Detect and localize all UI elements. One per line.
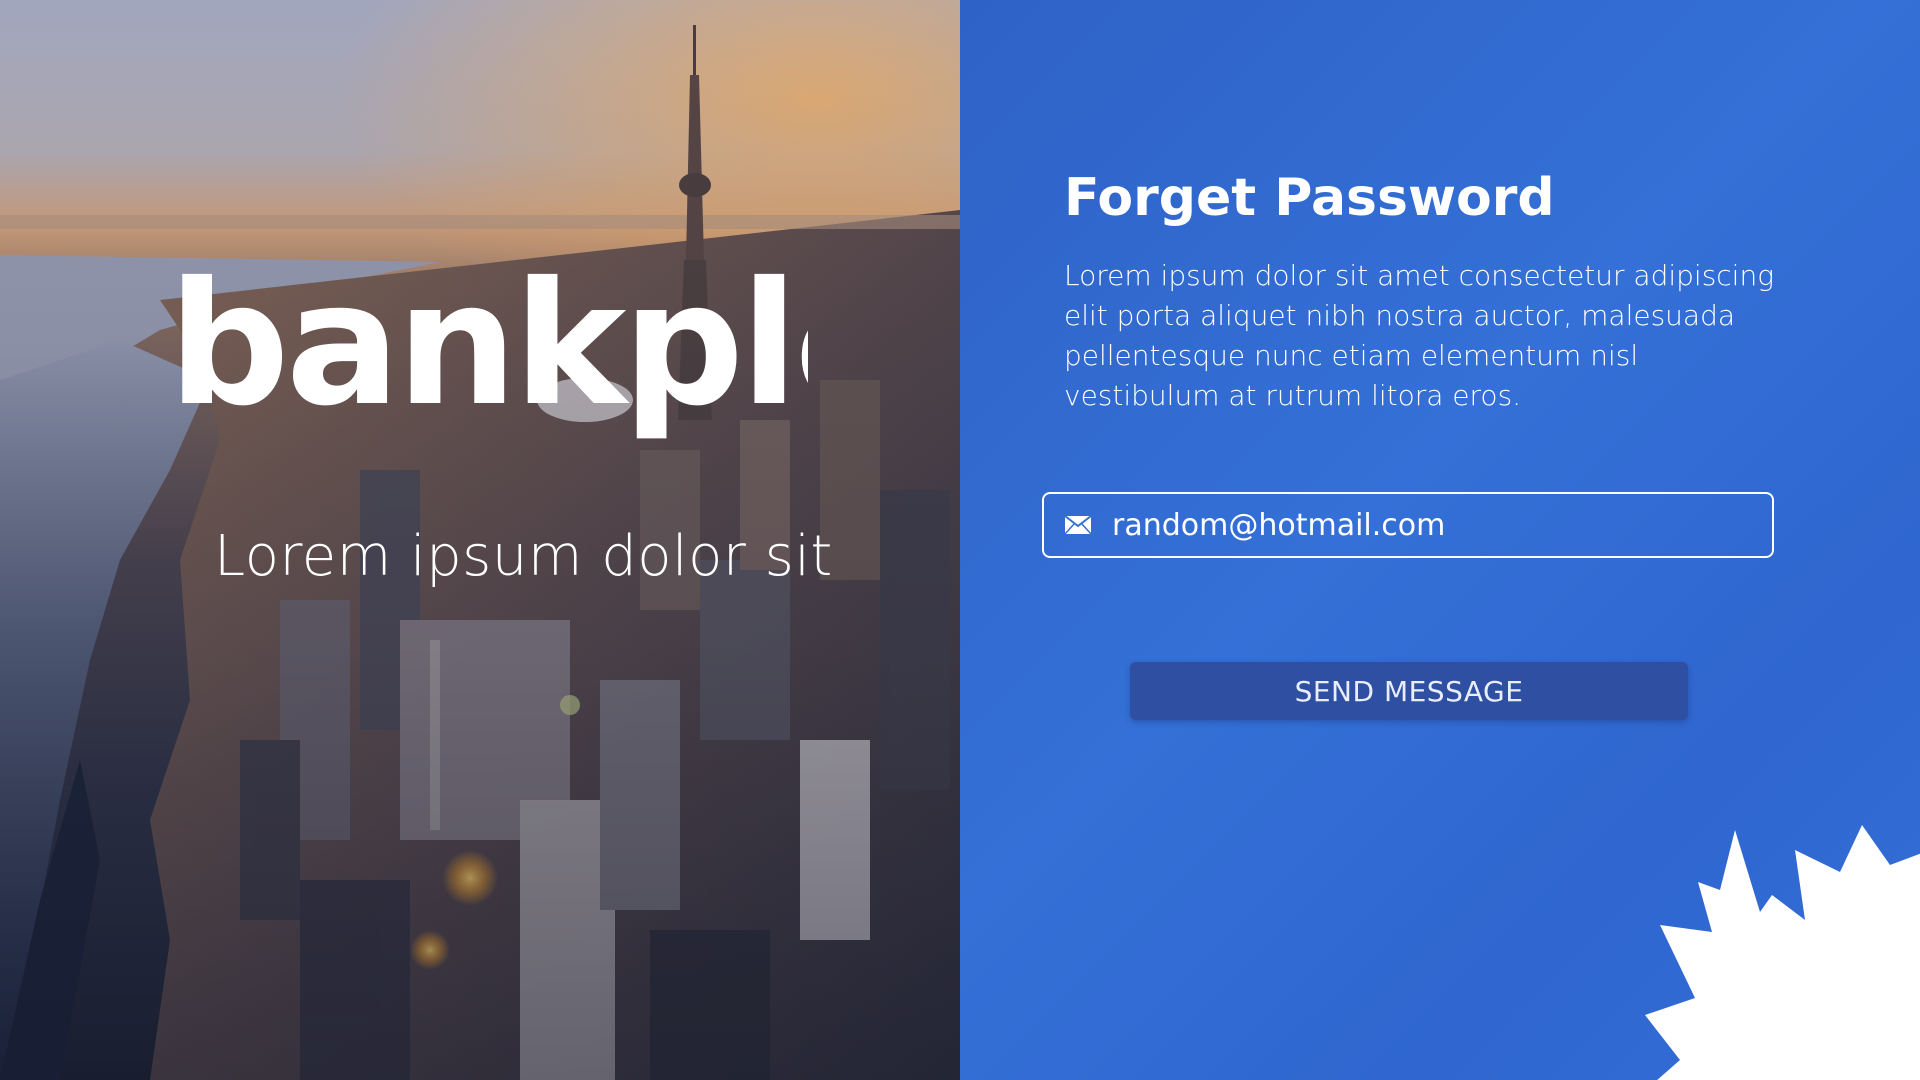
email-field[interactable] [1042,492,1774,558]
bankple-logo: bankple [168,268,808,444]
mail-icon [1064,515,1092,535]
maple-leaf-icon [1645,825,1920,1080]
forget-password-page: bankple Lorem ipsum dolor sit Forget Pas… [0,0,1920,1080]
send-message-button[interactable]: SEND MESSAGE [1130,662,1688,720]
form-description: Lorem ipsum dolor sit amet consectetur a… [1064,259,1775,412]
forget-password-form-panel: Forget Password Lorem ipsum dolor sit am… [960,0,1920,1080]
brand-photo-panel: bankple Lorem ipsum dolor sit [0,0,960,1080]
brand-tagline: Lorem ipsum dolor sit [214,524,833,589]
page-title: Forget Password [1064,168,1555,228]
svg-text:bankple: bankple [168,268,808,444]
email-input[interactable] [1112,507,1756,543]
